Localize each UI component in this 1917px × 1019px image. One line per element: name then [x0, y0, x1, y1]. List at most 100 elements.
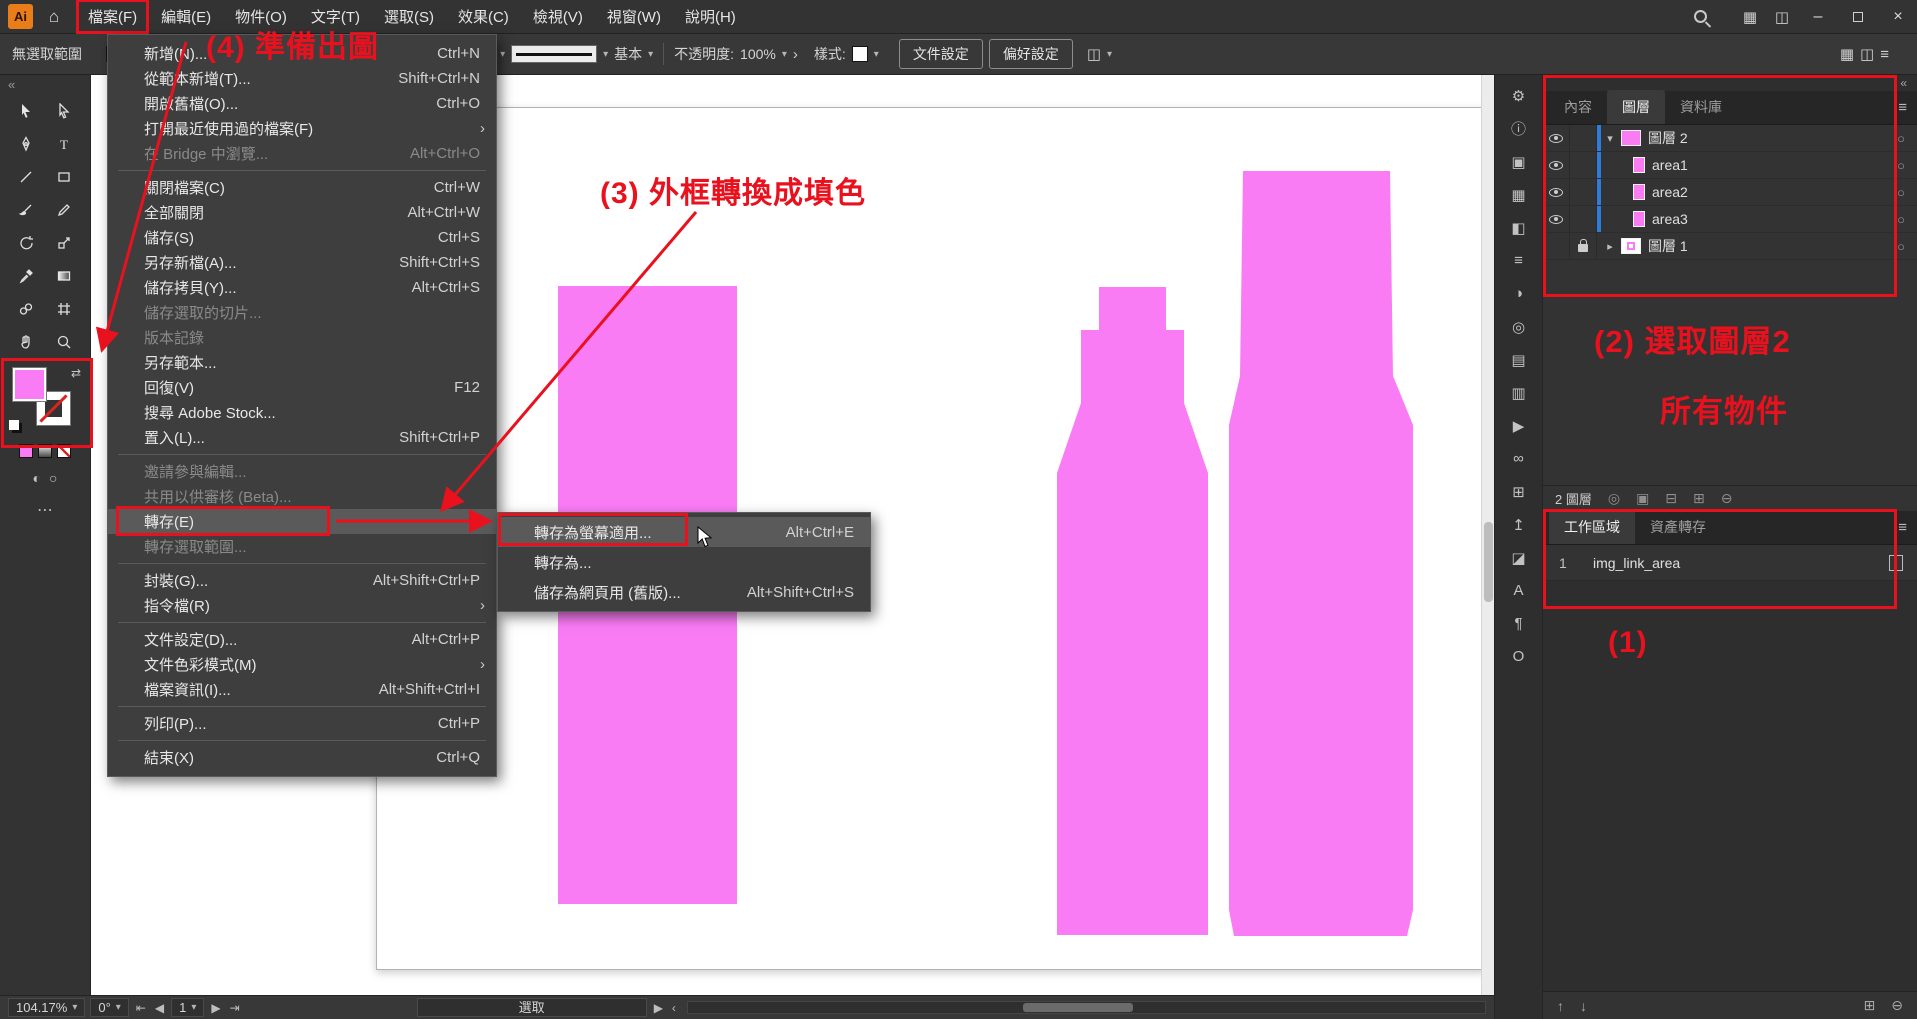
horizontal-scrollbar[interactable]	[687, 1001, 1486, 1014]
direct-selection-tool[interactable]	[45, 94, 83, 127]
symbols-icon[interactable]: ▥	[1495, 376, 1542, 409]
shape-bottle-large[interactable]	[1229, 171, 1413, 936]
links-icon[interactable]: ∞	[1495, 442, 1542, 475]
appearance-toggle-icon[interactable]: ▦	[1840, 45, 1854, 63]
scale-tool[interactable]	[45, 226, 83, 259]
file-menu-item-document-color-mode[interactable]: 文件色彩模式(M)›	[108, 652, 496, 677]
layer-row-area2[interactable]: area2 ○	[1543, 179, 1917, 206]
tab-layers[interactable]: 圖層	[1607, 90, 1665, 124]
workspace-switcher-icon[interactable]: ▦	[1735, 8, 1765, 26]
file-menu-item-search-adobe-stock[interactable]: 搜尋 Adobe Stock...	[108, 400, 496, 425]
move-up-icon[interactable]: ↑	[1557, 998, 1564, 1014]
style-caret-icon[interactable]: ▾	[874, 49, 879, 60]
artboard-tool[interactable]	[45, 292, 83, 325]
object-name[interactable]: area3	[1652, 211, 1688, 227]
target-circle-icon[interactable]: ○	[1897, 131, 1905, 146]
basic-caret-icon[interactable]: ▾	[648, 49, 653, 60]
minimize-button[interactable]: –	[1799, 0, 1837, 34]
menu-select[interactable]: 選取(S)	[373, 0, 445, 33]
layer-name[interactable]: 圖層 2	[1648, 128, 1688, 148]
file-menu-item-exit[interactable]: 結束(X)Ctrl+Q	[108, 745, 496, 770]
pattern-options-icon[interactable]: ⊞	[1495, 475, 1542, 508]
status-play-icon[interactable]: ▶	[652, 1001, 665, 1015]
rotate-tool[interactable]	[7, 226, 45, 259]
new-artboard-icon[interactable]: ⊞	[1864, 997, 1876, 1014]
file-menu-item-file-info[interactable]: 檔案資訊(I)...Alt+Shift+Ctrl+I	[108, 677, 496, 702]
horizontal-scrollbar-thumb[interactable]	[1023, 1003, 1133, 1012]
file-menu-item-open-recent[interactable]: 打開最近使用過的檔案(F)›	[108, 116, 496, 141]
transparency-icon[interactable]: ◑	[1495, 277, 1542, 310]
brush-basic-label[interactable]: 基本	[614, 44, 642, 64]
gradient-tool[interactable]	[45, 259, 83, 292]
menu-file[interactable]: 檔案(F)	[77, 0, 148, 33]
menu-effect[interactable]: 效果(C)	[447, 0, 520, 33]
vertical-scrollbar-thumb[interactable]	[1484, 522, 1493, 602]
last-artboard-icon[interactable]: ⇥	[228, 1001, 242, 1015]
submenu-item-save-for-web-legacy[interactable]: 儲存為網頁用 (舊版)...Alt+Shift+Ctrl+S	[498, 577, 870, 607]
file-menu-item-open[interactable]: 開啟舊檔(O)...Ctrl+O	[108, 91, 496, 116]
new-layer-icon[interactable]: ⊞	[1693, 490, 1705, 507]
menu-edit[interactable]: 編輯(E)	[150, 0, 222, 33]
layer-row-area3[interactable]: area3 ○	[1543, 206, 1917, 233]
target-circle-icon[interactable]: ○	[1897, 158, 1905, 173]
lock-cell[interactable]	[1570, 125, 1597, 151]
target-circle-icon[interactable]: ○	[1897, 212, 1905, 227]
file-menu-item-revert[interactable]: 回復(V)F12	[108, 375, 496, 400]
file-menu-item-close-all[interactable]: 全部關閉Alt+Ctrl+W	[108, 200, 496, 225]
lock-cell[interactable]	[1570, 206, 1597, 232]
file-menu-item-export[interactable]: 轉存(E)›	[108, 509, 496, 534]
lock-cell[interactable]	[1570, 152, 1597, 178]
opacity-caret-icon[interactable]: ▾	[782, 49, 787, 60]
file-menu-item-save-a-copy[interactable]: 儲存拷貝(Y)...Alt+Ctrl+S	[108, 275, 496, 300]
file-menu-item-document-setup[interactable]: 文件設定(D)...Alt+Ctrl+P	[108, 627, 496, 652]
asset-export-icon[interactable]: ↥	[1495, 508, 1542, 541]
new-sublayer-icon[interactable]: ⊟	[1665, 490, 1677, 507]
layers-panel-menu-icon[interactable]: ≡	[1898, 99, 1907, 116]
color-chip[interactable]	[19, 444, 33, 458]
align-glyph-icon[interactable]: ◫	[1087, 45, 1101, 63]
visibility-eye-icon[interactable]	[1549, 188, 1563, 197]
brush-caret-icon[interactable]: ▾	[603, 49, 608, 60]
rotation-control[interactable]: 0° ▾	[90, 998, 128, 1017]
opacity-more-icon[interactable]: ›	[793, 46, 798, 63]
close-button[interactable]: ×	[1879, 0, 1917, 34]
selection-tool[interactable]	[7, 94, 45, 127]
tab-properties[interactable]: 內容	[1549, 90, 1607, 124]
image-trace-icon[interactable]: ◪	[1495, 541, 1542, 574]
pencil-tool[interactable]	[45, 193, 83, 226]
restore-button[interactable]	[1839, 0, 1877, 34]
shape-bottle-small[interactable]	[1057, 287, 1208, 935]
visibility-cell[interactable]	[1543, 233, 1570, 259]
vertical-scrollbar[interactable]	[1481, 75, 1494, 995]
line-segment-tool[interactable]	[7, 160, 45, 193]
layer-row-layer2[interactable]: ▾ 圖層 2 ○	[1543, 125, 1917, 152]
first-artboard-icon[interactable]: ⇤	[134, 1001, 148, 1015]
artboard-page-icon[interactable]	[1889, 555, 1903, 571]
object-name[interactable]: area1	[1652, 157, 1688, 173]
align-caret-icon[interactable]: ▾	[1107, 49, 1112, 60]
stroke-weight-caret-icon[interactable]: ▾	[500, 49, 505, 60]
artboard-row[interactable]: 1 img_link_area	[1543, 545, 1917, 581]
visibility-eye-icon[interactable]	[1549, 134, 1563, 143]
expand-chevron-icon[interactable]: ▾	[1601, 132, 1619, 145]
file-menu-item-place[interactable]: 置入(L)...Shift+Ctrl+P	[108, 425, 496, 450]
file-menu-item-new-from-template[interactable]: 從範本新增(T)...Shift+Ctrl+N	[108, 66, 496, 91]
collapse-panels-icon[interactable]: «	[1900, 76, 1907, 90]
scroll-left-icon[interactable]: ‹	[670, 1001, 678, 1015]
menu-window[interactable]: 視窗(W)	[596, 0, 672, 33]
artboard-navigation[interactable]: 1 ▾	[171, 998, 204, 1017]
style-chip[interactable]	[852, 46, 868, 62]
tab-libraries[interactable]: 資料庫	[1665, 90, 1737, 124]
swap-fill-stroke-icon[interactable]: ⇄	[71, 366, 81, 380]
gradient-icon[interactable]: ◧	[1495, 211, 1542, 244]
layer-thumbnail[interactable]	[1621, 130, 1641, 146]
layer-row-layer1[interactable]: ▸ 圖層 1 ○	[1543, 233, 1917, 260]
target-circle-icon[interactable]: ○	[1897, 239, 1905, 254]
object-thumbnail[interactable]	[1633, 184, 1645, 200]
file-menu-item-save[interactable]: 儲存(S)Ctrl+S	[108, 225, 496, 250]
document-setup-button[interactable]: 文件設定	[899, 39, 983, 69]
lock-icon[interactable]	[1578, 244, 1588, 252]
file-menu-item-close[interactable]: 關閉檔案(C)Ctrl+W	[108, 175, 496, 200]
stroke-icon[interactable]: ≡	[1495, 244, 1542, 277]
search-icon[interactable]	[1694, 10, 1707, 23]
